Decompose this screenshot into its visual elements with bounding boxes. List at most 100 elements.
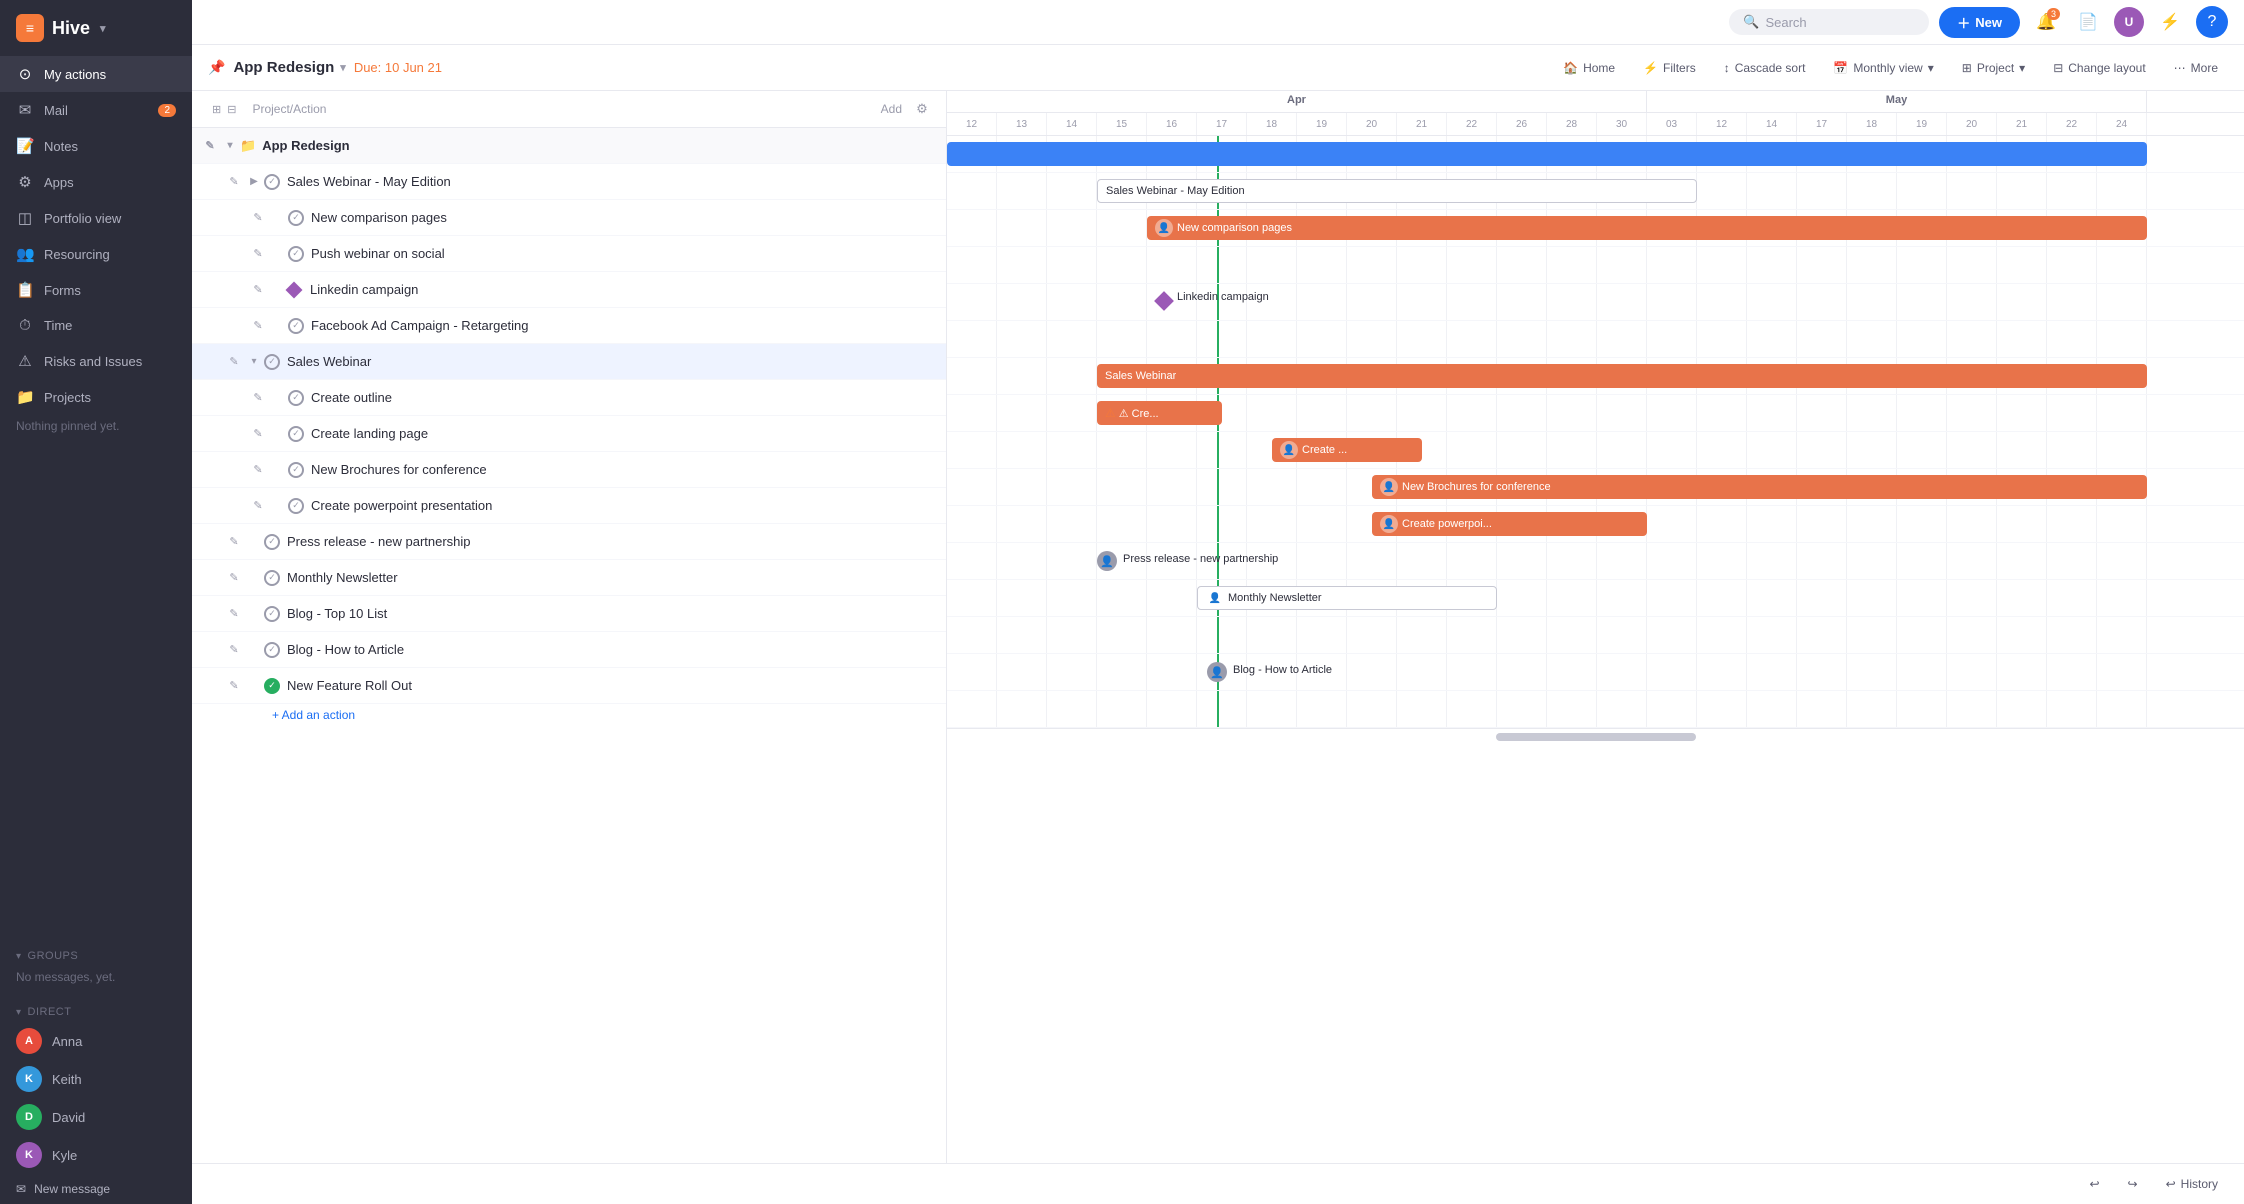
notifications-button[interactable]: 🔔 3 bbox=[2030, 6, 2062, 38]
gantt-row[interactable] bbox=[947, 321, 2244, 358]
gantt-cell bbox=[1397, 654, 1447, 690]
gantt-row[interactable]: 👤Monthly Newsletter bbox=[947, 580, 2244, 617]
gantt-bar[interactable]: 👤Create ... bbox=[1272, 438, 1422, 462]
gantt-bar[interactable]: 👤New comparison pages bbox=[1147, 216, 2147, 240]
gantt-row[interactable]: Sales Webinar - May Edition bbox=[947, 173, 2244, 210]
gantt-cell bbox=[1397, 617, 1447, 653]
expand-icon[interactable]: ▶ bbox=[246, 176, 262, 187]
gantt-scroll-thumb[interactable] bbox=[1496, 733, 1696, 741]
groups-section[interactable]: ▾ Groups bbox=[0, 936, 192, 966]
gantt-bar-outline[interactable]: 👤Monthly Newsletter bbox=[1197, 586, 1497, 610]
collapse-icon[interactable]: ⊟ bbox=[227, 103, 236, 116]
gantt-row[interactable]: ⚠⚠ Cre... bbox=[947, 395, 2244, 432]
redo-button[interactable]: ↪ bbox=[2118, 1172, 2148, 1196]
add-column-label[interactable]: Add bbox=[881, 102, 902, 116]
add-action-link[interactable]: + Add an action bbox=[192, 704, 946, 726]
gantt-row[interactable] bbox=[947, 691, 2244, 728]
cascade-sort-button[interactable]: ↕ Cascade sort bbox=[1714, 56, 1816, 80]
more-button[interactable]: ⋯ More bbox=[2164, 56, 2228, 80]
task-row[interactable]: ✎ ✓ New Brochures for conference bbox=[192, 452, 946, 488]
search-bar[interactable]: 🔍 Search bbox=[1729, 9, 1929, 35]
expand-icon[interactable]: ▾ bbox=[246, 356, 262, 367]
gantt-bar[interactable] bbox=[947, 142, 2147, 166]
task-row[interactable]: ✎ ✓ Create landing page bbox=[192, 416, 946, 452]
history-button[interactable]: ↩ History bbox=[2156, 1172, 2228, 1196]
gantt-row[interactable]: 👤Blog - How to Article bbox=[947, 654, 2244, 691]
sidebar-item-projects[interactable]: 📁 Projects bbox=[0, 379, 192, 415]
new-message-button[interactable]: ✉ New message bbox=[0, 1174, 192, 1204]
gantt-cell bbox=[1597, 580, 1647, 616]
task-row[interactable]: ✎ ▾ 📁 App Redesign bbox=[192, 128, 946, 164]
gantt-row[interactable] bbox=[947, 247, 2244, 284]
sidebar-item-resourcing[interactable]: 👥 Resourcing bbox=[0, 236, 192, 272]
task-name: Create outline bbox=[311, 390, 938, 405]
gantt-cell bbox=[1247, 506, 1297, 542]
monthly-view-button[interactable]: 📅 Monthly view ▾ bbox=[1823, 56, 1943, 80]
logo-dropdown-icon[interactable]: ▾ bbox=[100, 22, 106, 35]
new-button[interactable]: ＋ New bbox=[1939, 7, 2020, 38]
project-dropdown-icon[interactable]: ▾ bbox=[340, 61, 346, 74]
change-layout-button[interactable]: ⊟ Change layout bbox=[2043, 56, 2155, 80]
task-row[interactable]: ✎ ✓ Monthly Newsletter bbox=[192, 560, 946, 596]
task-row[interactable]: ✎ ✓ Blog - Top 10 List bbox=[192, 596, 946, 632]
task-row[interactable]: ✎ ✓ New comparison pages bbox=[192, 200, 946, 236]
task-row[interactable]: ✎ ✓ Push webinar on social bbox=[192, 236, 946, 272]
settings-icon[interactable]: ⚙ bbox=[910, 97, 934, 121]
gantt-cell bbox=[1497, 654, 1547, 690]
sidebar-item-time[interactable]: ⏱ Time bbox=[0, 308, 192, 343]
task-row[interactable]: ✎ ✓ Create outline bbox=[192, 380, 946, 416]
sidebar-item-portfolio[interactable]: ◫ Portfolio view bbox=[0, 200, 192, 236]
home-button[interactable]: 🏠 Home bbox=[1553, 56, 1625, 80]
sidebar-item-forms[interactable]: 📋 Forms bbox=[0, 272, 192, 308]
sidebar-item-notes[interactable]: 📝 Notes bbox=[0, 128, 192, 164]
docs-button[interactable]: 📄 bbox=[2072, 6, 2104, 38]
gantt-row[interactable]: 👤New Brochures for conference bbox=[947, 469, 2244, 506]
task-row[interactable]: ✎ ✓ Facebook Ad Campaign - Retargeting bbox=[192, 308, 946, 344]
dm-kyle[interactable]: K Kyle bbox=[0, 1136, 192, 1174]
task-row[interactable]: ✎ ✓ Press release - new partnership bbox=[192, 524, 946, 560]
gantt-row[interactable]: Linkedin campaign bbox=[947, 284, 2244, 321]
gantt-row[interactable] bbox=[947, 617, 2244, 654]
task-row[interactable]: ✎ ✓ Blog - How to Article bbox=[192, 632, 946, 668]
user-avatar[interactable]: U bbox=[2114, 7, 2144, 37]
task-row[interactable]: ✎ ✓ Create powerpoint presentation bbox=[192, 488, 946, 524]
dm-david[interactable]: D David bbox=[0, 1098, 192, 1136]
gantt-row[interactable]: Sales Webinar bbox=[947, 358, 2244, 395]
expand-all-icon[interactable]: ⊞ bbox=[212, 103, 221, 116]
gantt-cell bbox=[947, 358, 997, 394]
gantt-bar[interactable]: Sales Webinar bbox=[1097, 364, 2147, 388]
dm-keith[interactable]: K Keith bbox=[0, 1060, 192, 1098]
lightning-button[interactable]: ⚡ bbox=[2154, 6, 2186, 38]
gantt-row[interactable]: 👤New comparison pages bbox=[947, 210, 2244, 247]
dm-anna[interactable]: A Anna bbox=[0, 1022, 192, 1060]
gantt-row[interactable]: 👤Create ... bbox=[947, 432, 2244, 469]
today-line bbox=[1217, 432, 1219, 468]
sidebar-item-mail[interactable]: ✉ Mail 2 bbox=[0, 92, 192, 128]
expand-icon[interactable]: ▾ bbox=[222, 140, 238, 151]
gantt-row[interactable] bbox=[947, 136, 2244, 173]
gantt-bar[interactable]: ⚠⚠ Cre... bbox=[1097, 401, 1222, 425]
gantt-row[interactable]: 👤Press release - new partnership bbox=[947, 543, 2244, 580]
task-row[interactable]: ✎ Linkedin campaign bbox=[192, 272, 946, 308]
gantt-bar-outline[interactable]: Sales Webinar - May Edition bbox=[1097, 179, 1697, 203]
gantt-bar[interactable]: 👤Create powerpoi... bbox=[1372, 512, 1647, 536]
gantt-cell bbox=[1147, 321, 1197, 357]
more-icon: ⋯ bbox=[2174, 61, 2186, 75]
gantt-cell bbox=[1247, 469, 1297, 505]
filters-button[interactable]: ⚡ Filters bbox=[1633, 56, 1706, 80]
gantt-row[interactable]: 👤Create powerpoi... bbox=[947, 506, 2244, 543]
gantt-bar[interactable]: 👤New Brochures for conference bbox=[1372, 475, 2147, 499]
app-logo[interactable]: ≡ Hive ▾ bbox=[0, 0, 192, 56]
undo-button[interactable]: ↩ bbox=[2079, 1172, 2109, 1196]
task-row[interactable]: ✎ ✓ New Feature Roll Out bbox=[192, 668, 946, 704]
task-row[interactable]: ✎ ▶ ✓ Sales Webinar - May Edition bbox=[192, 164, 946, 200]
task-row[interactable]: ✎ ▾ ✓ Sales Webinar bbox=[192, 344, 946, 380]
project-view-button[interactable]: ⊞ Project ▾ bbox=[1952, 56, 2035, 80]
gantt-cell bbox=[1697, 580, 1747, 616]
sidebar-item-risks[interactable]: ⚠ Risks and Issues bbox=[0, 343, 192, 379]
help-button[interactable]: ? bbox=[2196, 6, 2228, 38]
gantt-cell bbox=[1797, 247, 1847, 283]
sidebar-item-apps[interactable]: ⚙ Apps bbox=[0, 164, 192, 200]
sidebar-item-my-actions[interactable]: ⊙ My actions bbox=[0, 56, 192, 92]
direct-section[interactable]: ▾ Direct bbox=[0, 992, 192, 1022]
